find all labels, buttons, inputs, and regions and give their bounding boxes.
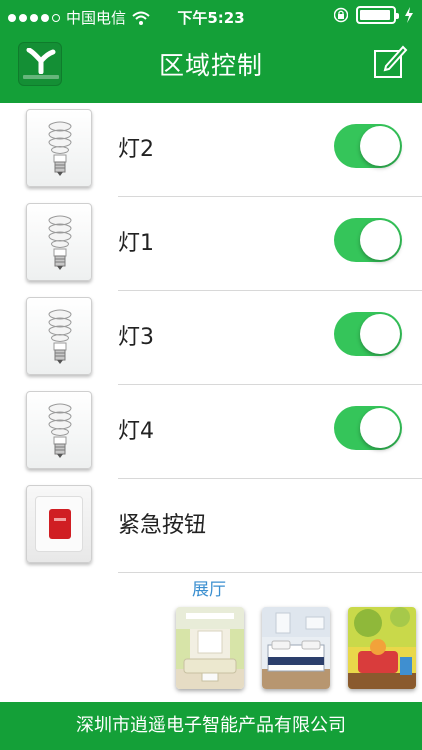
device-label: 紧急按钮: [118, 513, 207, 538]
bulb-icon: [26, 203, 92, 281]
room-thumbnail-living-room[interactable]: [176, 607, 244, 689]
charging-icon: [405, 7, 413, 23]
device-row-light-3[interactable]: 灯3: [0, 291, 422, 385]
page-title: 区域控制: [158, 51, 263, 80]
battery-icon: [356, 6, 399, 24]
battery-fill: [360, 10, 390, 20]
emergency-button-icon: [26, 485, 92, 563]
app-header: 中国电信 下午5:23 区域控制: [0, 0, 422, 103]
room-thumbnail-bedroom[interactable]: [262, 607, 330, 689]
device-label: 灯1: [118, 231, 154, 256]
bulb-icon: [26, 391, 92, 469]
device-label: 灯2: [118, 137, 154, 162]
bulb-icon: [26, 297, 92, 375]
device-label: 灯3: [118, 325, 154, 350]
status-bar: 中国电信 下午5:23: [0, 0, 422, 32]
bulb-icon: [26, 109, 92, 187]
light-4-toggle[interactable]: [334, 406, 402, 450]
device-row-light-4[interactable]: 灯4: [0, 385, 422, 479]
rotation-lock-icon: [334, 7, 348, 23]
light-3-toggle[interactable]: [334, 312, 402, 356]
device-label: 灯4: [118, 419, 154, 444]
light-1-toggle[interactable]: [334, 218, 402, 262]
edit-icon[interactable]: [372, 44, 408, 80]
room-thumbnail-kids-room[interactable]: [348, 607, 416, 689]
light-2-toggle[interactable]: [334, 124, 402, 168]
company-footer: 深圳市逍遥电子智能产品有限公司: [0, 702, 422, 750]
device-row-emergency[interactable]: 紧急按钮: [0, 479, 422, 573]
device-row-light-2[interactable]: 灯2: [0, 103, 422, 197]
device-list: 灯2 灯1 灯3 灯4 紧急按钮: [0, 103, 422, 573]
status-right: [334, 6, 414, 24]
room-section-title: 展厅: [192, 580, 226, 600]
device-row-light-1[interactable]: 灯1: [0, 197, 422, 291]
divider: [118, 572, 422, 573]
